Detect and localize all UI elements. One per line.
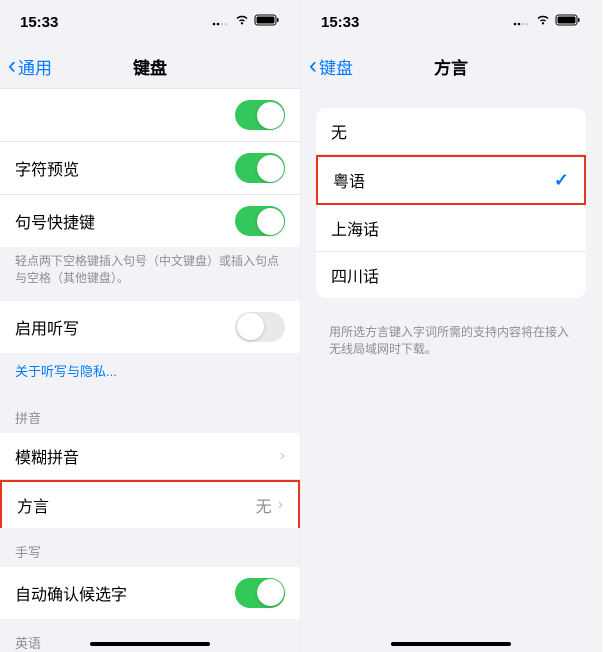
option-none[interactable]: 无 [316, 108, 586, 155]
checkmark-icon: ✓ [554, 170, 569, 191]
section-footer: 用所选方言键入字词所需的支持内容将在接入无线局域网时下载。 [301, 318, 601, 372]
row-auto-confirm[interactable]: 自动确认候选字 [0, 567, 300, 619]
row-value: 无 [256, 493, 272, 517]
row-partial-toggle[interactable] [0, 88, 300, 142]
content-area[interactable]: 无 粤语 ✓ 上海话 四川话 用所选方言键入字词所需的支持内容将在接入无线局域网… [301, 88, 601, 652]
toggle-switch[interactable] [235, 578, 285, 608]
row-char-preview[interactable]: 字符预览 [0, 142, 300, 195]
wifi-icon [535, 13, 551, 31]
option-sichuanese[interactable]: 四川话 [316, 252, 586, 298]
section-footer: 轻点两下空格键插入句号（中文键盘）或插入句点与空格（其他键盘）。 [0, 247, 300, 301]
section-handwriting: 自动确认候选字 [0, 567, 300, 619]
toggle-switch[interactable] [235, 312, 285, 342]
section-dictation: 启用听写 [0, 301, 300, 353]
status-icons [513, 13, 581, 31]
battery-icon [555, 13, 581, 31]
section-top: 字符预览 句号快捷键 [0, 88, 300, 247]
status-time: 15:33 [20, 14, 58, 31]
option-label: 粤语 [333, 168, 365, 192]
section-header-handwriting: 手写 [0, 528, 300, 567]
option-label: 无 [331, 119, 347, 143]
row-label: 字符预览 [15, 156, 79, 180]
wifi-icon [234, 13, 250, 31]
row-accessory: › [280, 447, 285, 465]
back-label: 键盘 [319, 54, 353, 79]
status-bar: 15:33 [301, 0, 601, 44]
option-label: 上海话 [331, 216, 379, 240]
row-enable-dictation[interactable]: 启用听写 [0, 301, 300, 353]
row-label: 启用听写 [15, 315, 79, 339]
keyboard-settings-screen: 15:33 ‹ 通用 键盘 字符预览 [0, 0, 301, 652]
status-time: 15:33 [321, 14, 359, 31]
dialect-settings-screen: 15:33 ‹ 键盘 方言 无 粤语 ✓ [301, 0, 602, 652]
dialect-options-list: 无 粤语 ✓ 上海话 四川话 [316, 108, 586, 298]
status-icons [212, 13, 280, 31]
back-label: 通用 [18, 54, 52, 79]
row-label: 方言 [17, 493, 49, 517]
option-shanghainese[interactable]: 上海话 [316, 205, 586, 252]
back-button[interactable]: ‹ 通用 [8, 54, 52, 79]
back-button[interactable]: ‹ 键盘 [309, 54, 353, 79]
option-label: 四川话 [331, 263, 379, 287]
cellular-icon [212, 13, 230, 31]
home-indicator[interactable] [391, 642, 511, 646]
cellular-icon [513, 13, 531, 31]
row-period-shortcut[interactable]: 句号快捷键 [0, 195, 300, 247]
chevron-left-icon: ‹ [309, 54, 317, 78]
option-cantonese[interactable]: 粤语 ✓ [316, 155, 586, 205]
nav-bar: ‹ 键盘 方言 [301, 44, 601, 88]
section-header-pinyin: 拼音 [0, 394, 300, 433]
row-label: 句号快捷键 [15, 209, 95, 233]
privacy-link[interactable]: 关于听写与隐私... [0, 353, 300, 394]
toggle-switch[interactable] [235, 153, 285, 183]
section-pinyin: 模糊拼音 › 方言 无 › [0, 433, 300, 528]
home-indicator[interactable] [90, 642, 210, 646]
content-area[interactable]: 字符预览 句号快捷键 轻点两下空格键插入句号（中文键盘）或插入句点与空格（其他键… [0, 88, 300, 652]
battery-icon [254, 13, 280, 31]
status-bar: 15:33 [0, 0, 300, 44]
page-title: 键盘 [133, 54, 167, 79]
row-dialect[interactable]: 方言 无 › [0, 480, 300, 528]
row-label: 自动确认候选字 [15, 581, 127, 605]
chevron-right-icon: › [280, 447, 285, 465]
row-fuzzy-pinyin[interactable]: 模糊拼音 › [0, 433, 300, 480]
chevron-right-icon: › [278, 496, 283, 514]
section-header-english: 英语 [0, 619, 300, 652]
toggle-switch[interactable] [235, 206, 285, 236]
page-title: 方言 [434, 54, 468, 79]
row-label: 模糊拼音 [15, 444, 79, 468]
toggle-switch[interactable] [235, 100, 285, 130]
nav-bar: ‹ 通用 键盘 [0, 44, 300, 88]
row-accessory: 无 › [256, 493, 283, 517]
chevron-left-icon: ‹ [8, 54, 16, 78]
